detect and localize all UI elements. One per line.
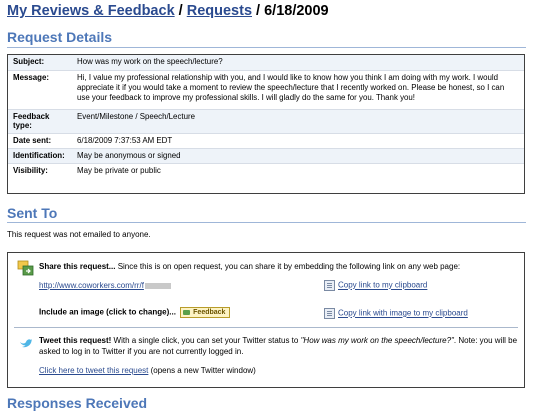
table-row: Date sent: 6/18/2009 7:37:53 AM EDT (8, 133, 524, 149)
message-value: Hi, I value my professional relationship… (72, 70, 524, 110)
copy-link-button[interactable]: Copy link to my clipboard (338, 281, 427, 290)
request-details-table: Subject: How was my work on the speech/l… (7, 54, 525, 194)
feedback-type-label: Feedback type: (8, 109, 72, 134)
responses-heading: Responses Received (7, 395, 148, 411)
share-link-url[interactable]: http://www.coworkers.com/rr/f (39, 281, 144, 290)
clipboard-icon (324, 308, 335, 319)
copy-image-link-button[interactable]: Copy link with image to my clipboard (338, 309, 468, 318)
request-details-heading: Request Details (7, 29, 113, 45)
breadcrumb-current: 6/18/2009 (264, 3, 329, 19)
breadcrumb: My Reviews & Feedback / Requests / 6/18/… (7, 3, 329, 19)
feedback-badge-image[interactable]: Feedback (180, 307, 231, 318)
table-row: Visibility: May be private or public (8, 163, 524, 178)
sent-to-text: This request was not emailed to anyone. (7, 230, 151, 239)
subject-label: Subject: (8, 55, 72, 71)
share-divider (14, 327, 518, 328)
share-icon (17, 260, 34, 276)
share-box: Share this request... Since this is on o… (7, 252, 525, 388)
identification-value: May be anonymous or signed (72, 148, 524, 164)
breadcrumb-requests-link[interactable]: Requests (187, 3, 252, 19)
sent-to-heading: Sent To (7, 205, 58, 221)
tweet-link-row: Click here to tweet this request (opens … (39, 366, 256, 375)
redacted-link-part (144, 282, 171, 289)
section-divider (7, 222, 526, 223)
date-sent-value: 6/18/2009 7:37:53 AM EDT (72, 133, 524, 149)
share-link-row: http://www.coworkers.com/rr/f (39, 281, 171, 290)
include-image-row: Include an image (click to change)... Fe… (39, 307, 231, 318)
table-row: Message: Hi, I value my professional rel… (8, 70, 524, 110)
copy-link-action[interactable]: Copy link to my clipboard (324, 280, 427, 291)
visibility-value: May be private or public (77, 165, 161, 175)
copy-image-link-action[interactable]: Copy link with image to my clipboard (324, 308, 468, 319)
breadcrumb-separator: / (174, 3, 187, 19)
include-image-label: Include an image (click to change)... (39, 307, 176, 317)
table-row: Identification: May be anonymous or sign… (8, 148, 524, 164)
share-text: Since this is on open request, you can s… (115, 262, 461, 271)
visibility-label: Visibility: (13, 165, 48, 175)
tweet-status-text: "How was my work on the speech/lecture?" (300, 336, 454, 345)
tweet-description: Tweet this request! With a single click,… (39, 335, 519, 357)
date-sent-label: Date sent: (8, 133, 72, 149)
tweet-link-note: (opens a new Twitter window) (148, 366, 256, 375)
table-row: Feedback type: Event/Milestone / Speech/… (8, 109, 524, 134)
tweet-heading: Tweet this request! (39, 336, 112, 345)
clipboard-icon (324, 280, 335, 291)
tweet-link[interactable]: Click here to tweet this request (39, 366, 148, 375)
share-description: Share this request... Since this is on o… (39, 262, 519, 271)
message-label: Message: (8, 70, 72, 110)
feedback-type-value: Event/Milestone / Speech/Lecture (72, 109, 524, 134)
share-heading: Share this request... (39, 262, 116, 271)
table-row: Subject: How was my work on the speech/l… (8, 55, 524, 71)
subject-value: How was my work on the speech/lecture? (72, 55, 524, 71)
section-divider (7, 47, 526, 48)
breadcrumb-reviews-link[interactable]: My Reviews & Feedback (7, 3, 175, 19)
identification-label: Identification: (8, 148, 72, 164)
breadcrumb-separator: / (252, 3, 265, 19)
twitter-bird-icon (20, 339, 32, 348)
tweet-text-before: With a single click, you can set your Tw… (111, 336, 301, 345)
